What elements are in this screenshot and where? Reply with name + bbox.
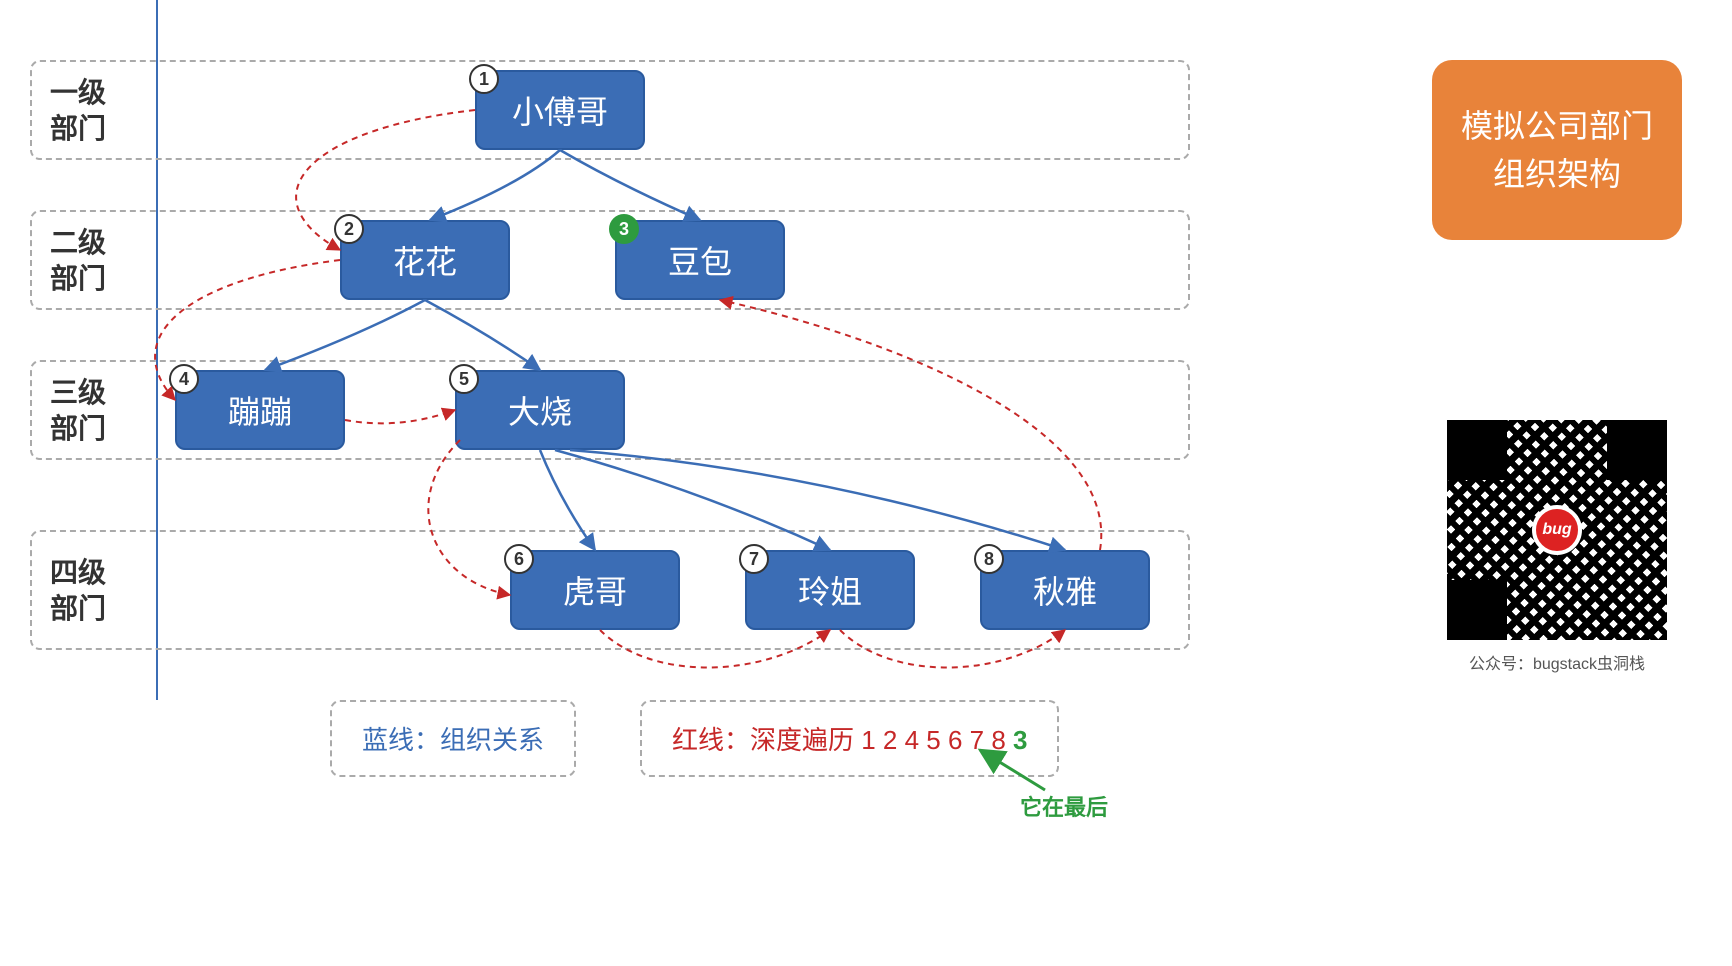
node-7-badge: 7 xyxy=(739,544,769,574)
node-7-name: 玲姐 xyxy=(798,567,862,613)
node-3-name: 豆包 xyxy=(668,237,732,283)
node-1: 1 小傅哥 xyxy=(475,70,645,150)
node-4-badge: 4 xyxy=(169,364,199,394)
node-8-badge: 8 xyxy=(974,544,1004,574)
node-2-name: 花花 xyxy=(393,237,457,283)
node-5: 5 大烧 xyxy=(455,370,625,450)
qr-code-icon: bug xyxy=(1447,420,1667,640)
legend-red: 红线：深度遍历 1 2 4 5 6 7 8 3 xyxy=(640,700,1059,777)
node-6-name: 虎哥 xyxy=(563,567,627,613)
node-4: 4 蹦蹦 xyxy=(175,370,345,450)
qr-section: bug 公众号：bugstack虫洞栈 xyxy=(1432,420,1682,674)
qr-caption: 公众号：bugstack虫洞栈 xyxy=(1432,650,1682,674)
qr-center-logo: bug xyxy=(1532,505,1582,555)
title-box: 模拟公司部门组织架构 xyxy=(1432,60,1682,240)
legend-red-text: 红线：深度遍历 1 2 4 5 6 7 8 xyxy=(672,725,1013,755)
node-6: 6 虎哥 xyxy=(510,550,680,630)
legend-red-highlight: 3 xyxy=(1013,725,1027,755)
node-2: 2 花花 xyxy=(340,220,510,300)
level-4-label: 四级部门 xyxy=(50,555,106,628)
node-5-badge: 5 xyxy=(449,364,479,394)
legend-blue: 蓝线：组织关系 xyxy=(330,700,576,777)
level-3-label: 三级部门 xyxy=(50,375,106,448)
annotation-last: 它在最后 xyxy=(1020,790,1108,822)
node-6-badge: 6 xyxy=(504,544,534,574)
node-8-name: 秋雅 xyxy=(1033,567,1097,613)
level-2-label: 二级部门 xyxy=(50,225,106,298)
node-1-badge: 1 xyxy=(469,64,499,94)
node-7: 7 玲姐 xyxy=(745,550,915,630)
node-1-name: 小傅哥 xyxy=(512,87,608,133)
node-4-name: 蹦蹦 xyxy=(228,387,292,433)
node-5-name: 大烧 xyxy=(508,387,572,433)
level-1-label: 一级部门 xyxy=(50,75,106,148)
node-2-badge: 2 xyxy=(334,214,364,244)
node-3-badge: 3 xyxy=(609,214,639,244)
node-3: 3 豆包 xyxy=(615,220,785,300)
node-8: 8 秋雅 xyxy=(980,550,1150,630)
